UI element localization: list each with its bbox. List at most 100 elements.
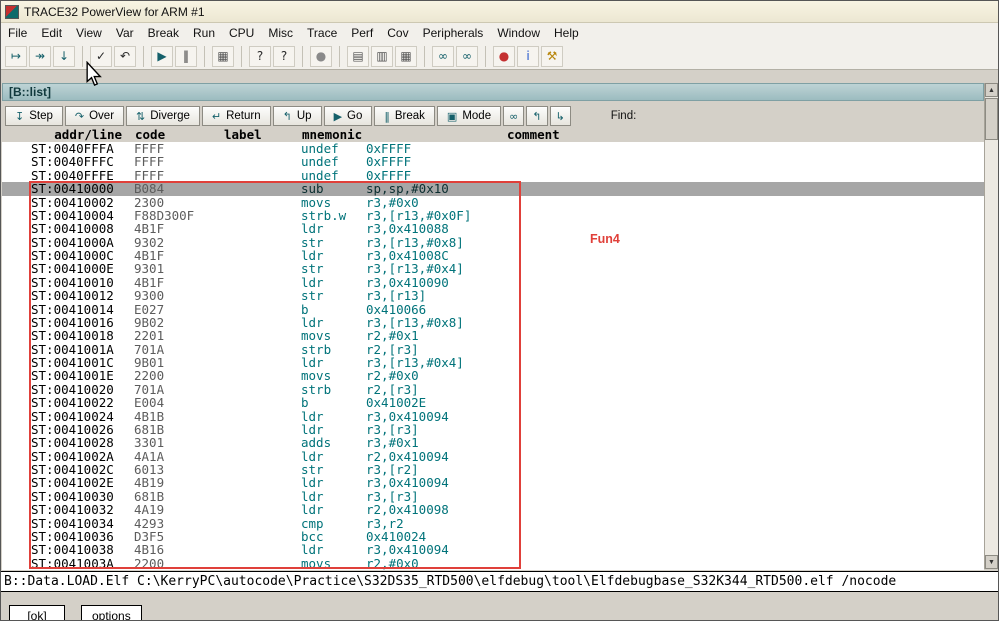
- disassembly-row[interactable]: ST:00410034 4293 cmp r3,r2: [2, 516, 984, 530]
- disassembly-row[interactable]: ST:00410030 681B ldr r3,[r3]: [2, 489, 984, 503]
- peripherals-view-icon[interactable]: ▦: [395, 45, 417, 67]
- disassembly-row[interactable]: ST:0041002A 4A1A ldr r2,0x410094: [2, 449, 984, 463]
- help-icon[interactable]: ?: [249, 45, 271, 67]
- mode-button[interactable]: ▣ Mode: [436, 106, 502, 126]
- menu-item-break[interactable]: Break: [141, 23, 186, 43]
- undo-icon[interactable]: ↶: [114, 45, 136, 67]
- registers-view-icon[interactable]: ▤: [347, 45, 369, 67]
- disassembly-row[interactable]: ST:00410026 681B ldr r3,[r3]: [2, 422, 984, 436]
- row-operands: r2,#0x0: [366, 368, 419, 384]
- memory-view-icon[interactable]: ▥: [371, 45, 393, 67]
- menu-item-peripherals[interactable]: Peripherals: [416, 23, 491, 43]
- disassembly-row[interactable]: ST:00410014 E027 b 0x410066: [2, 302, 984, 316]
- disassembly-row[interactable]: ST:0040FFFC FFFF undef 0xFFFF: [2, 155, 984, 169]
- disassembly-row[interactable]: ST:0041002C 6013 str r3,[r2]: [2, 463, 984, 477]
- step-over-icon[interactable]: ↠: [29, 45, 51, 67]
- command-line-input[interactable]: B::Data.LOAD.Elf C:\KerryPC\autocode\Pra…: [1, 571, 998, 592]
- disassembly-row[interactable]: ST:00410016 9B02 ldr r3,[r13,#0x8]: [2, 315, 984, 329]
- break-button[interactable]: ‖ Break: [374, 106, 435, 126]
- disassembly-row[interactable]: ST:00410002 2300 movs r3,#0x0: [2, 195, 984, 209]
- go-icon[interactable]: ▶: [151, 45, 173, 67]
- menu-item-trace[interactable]: Trace: [300, 23, 344, 43]
- menu-item-misc[interactable]: Misc: [261, 23, 300, 43]
- disassembly-row[interactable]: ST:0041000E 9301 str r3,[r13,#0x4]: [2, 261, 984, 277]
- ok-check-icon[interactable]: ✓: [90, 45, 112, 67]
- disassembly-row[interactable]: ST:00410022 E004 b 0x41002E: [2, 396, 984, 410]
- options-softkey-button[interactable]: options: [81, 605, 142, 620]
- over-icon: ↷: [74, 109, 85, 123]
- disassembly-row[interactable]: ST:00410020 701A strb r2,[r3]: [2, 382, 984, 396]
- disassembly-row[interactable]: ST:0040FFFA FFFF undef 0xFFFF: [2, 142, 984, 155]
- annotation-function-label: Fun4: [590, 232, 620, 246]
- prev-location-button[interactable]: ↰: [526, 106, 548, 126]
- row-operands: r3,0x410088: [366, 221, 449, 237]
- menu-item-cov[interactable]: Cov: [380, 23, 415, 43]
- menu-item-window[interactable]: Window: [490, 23, 547, 43]
- disassembly-row[interactable]: ST:0041001E 2200 movs r2,#0x0: [2, 368, 984, 384]
- menu-item-var[interactable]: Var: [109, 23, 141, 43]
- return-button[interactable]: ↵ Return: [201, 106, 271, 126]
- ok-softkey-button[interactable]: [ok]: [9, 605, 65, 620]
- list-dump-button[interactable]: ∞: [503, 106, 525, 126]
- list-icon[interactable]: ▦: [212, 45, 234, 67]
- disassembly-row[interactable]: ST:00410028 3301 adds r3,#0x1: [2, 435, 984, 451]
- row-operands: r3,[r13]: [366, 288, 427, 304]
- row-code: 2201: [134, 328, 165, 344]
- up-button[interactable]: ↰ Up: [272, 106, 322, 126]
- tools-icon[interactable]: ⚒: [541, 45, 563, 67]
- menu-item-perf[interactable]: Perf: [344, 23, 380, 43]
- breakpoints-icon[interactable]: ●: [493, 45, 515, 67]
- disassembly-row[interactable]: ST:0041002E 4B19 ldr r3,0x410094: [2, 475, 984, 491]
- disassembly-row[interactable]: ST:00410018 2201 movs r2,#0x1: [2, 328, 984, 344]
- disassembly-row[interactable]: ST:00410032 4A19 ldr r2,0x410098: [2, 503, 984, 517]
- scroll-down-arrow-icon[interactable]: ▼: [985, 555, 998, 569]
- disassembly-row[interactable]: ST:0041001C 9B01 ldr r3,[r13,#0x4]: [2, 356, 984, 370]
- disassembly-row[interactable]: ST:00410038 4B16 ldr r3,0x410094: [2, 543, 984, 557]
- go-button[interactable]: ▶ Go: [323, 106, 373, 126]
- disassembly-row[interactable]: ST:00410000 B084 sub sp,sp,#0x10: [2, 182, 984, 196]
- row-mnemonic: movs: [301, 368, 332, 384]
- over-button[interactable]: ↷ Over: [64, 106, 125, 126]
- scroll-up-arrow-icon[interactable]: ▲: [985, 83, 998, 97]
- menu-item-cpu[interactable]: CPU: [222, 23, 261, 43]
- data-dump-icon[interactable]: ∞: [432, 45, 454, 67]
- disassembly-row[interactable]: ST:00410024 4B1B ldr r3,0x410094: [2, 409, 984, 423]
- menu-item-file[interactable]: File: [1, 23, 34, 43]
- mode-label: Mode: [462, 110, 492, 122]
- data-view-icon[interactable]: ∞: [456, 45, 478, 67]
- record-icon[interactable]: ●: [310, 45, 332, 67]
- row-code: 9301: [134, 261, 165, 277]
- row-operands: r3,#0x1: [366, 435, 419, 451]
- break-icon[interactable]: ‖: [175, 45, 197, 67]
- disassembly-row[interactable]: ST:00410036 D3F5 bcc 0x410024: [2, 529, 984, 543]
- disassembly-row[interactable]: ST:0041000C 4B1F ldr r3,0x41008C: [2, 249, 984, 263]
- row-address: ST:00410008: [31, 221, 114, 237]
- prev-location-icon: ↰: [532, 109, 542, 123]
- disassembly-row[interactable]: ST:00410012 9300 str r3,[r13]: [2, 288, 984, 304]
- disassembly-row[interactable]: ST:0041001A 701A strb r2,[r3]: [2, 342, 984, 356]
- menu-item-help[interactable]: Help: [547, 23, 586, 43]
- symbol-info-icon[interactable]: i: [517, 45, 539, 67]
- disassembly-row[interactable]: ST:0041000A 9302 str r3,[r13,#0x8]: [2, 235, 984, 249]
- disassembly-row[interactable]: ST:00410010 4B1F ldr r3,0x410090: [2, 275, 984, 289]
- disassembly-row[interactable]: ST:0040FFFE FFFF undef 0xFFFF: [2, 168, 984, 182]
- row-code: 4B19: [134, 475, 165, 491]
- find-input[interactable]: [638, 108, 789, 124]
- go-label: Go: [347, 110, 363, 122]
- step-into-icon[interactable]: ↓: [53, 45, 75, 67]
- menu-item-view[interactable]: View: [69, 23, 109, 43]
- diverge-label: Diverge: [150, 110, 190, 122]
- scrollbar-thumb[interactable]: [985, 98, 998, 140]
- disassembly-row[interactable]: ST:00410004 F88D300F strb.w r3,[r13,#0x0…: [2, 208, 984, 222]
- next-location-button[interactable]: ↳: [549, 106, 571, 126]
- menu-item-edit[interactable]: Edit: [34, 23, 69, 43]
- menu-item-run[interactable]: Run: [186, 23, 222, 43]
- vertical-scrollbar[interactable]: ▲ ▼: [984, 83, 998, 569]
- diverge-button[interactable]: ⇅ Diverge: [126, 106, 200, 126]
- disassembly-row[interactable]: ST:00410008 4B1F ldr r3,0x410088: [2, 221, 984, 237]
- disassembly-row[interactable]: ST:0041003A 2200 movs r2,#0x0: [2, 556, 984, 570]
- context-help-icon[interactable]: ?: [273, 45, 295, 67]
- list-window-caption[interactable]: [B::list]: [2, 83, 984, 101]
- step-icon[interactable]: ↦: [5, 45, 27, 67]
- step-button[interactable]: ↧ Step: [5, 106, 63, 126]
